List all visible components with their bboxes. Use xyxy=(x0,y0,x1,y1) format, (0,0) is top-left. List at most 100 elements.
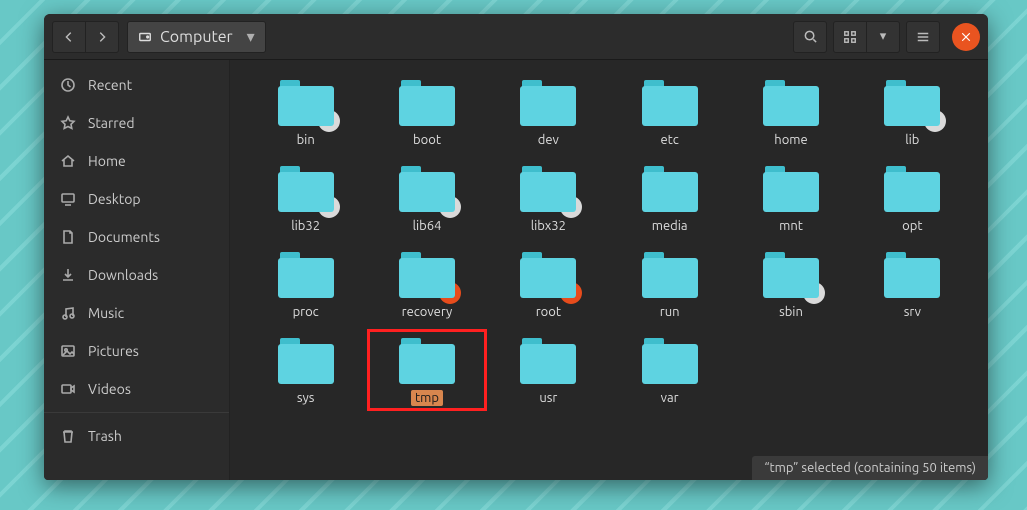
sidebar-item-trash[interactable]: Trash xyxy=(44,417,229,455)
pictures-icon xyxy=(60,343,76,359)
folder-icon: ↗ xyxy=(278,166,334,212)
sidebar-item-label: Videos xyxy=(88,381,131,397)
sidebar: Recent Starred Home Desktop Documents Downloa… xyxy=(44,60,230,480)
search-button[interactable] xyxy=(793,21,827,53)
folder-item[interactable]: ↗lib32 xyxy=(251,162,361,234)
sidebar-item-label: Starred xyxy=(88,115,135,131)
folder-item[interactable]: ✕ recovery xyxy=(372,248,482,320)
desktop-icon xyxy=(60,191,76,207)
sidebar-item-recent[interactable]: Recent xyxy=(44,66,229,104)
folder-icon xyxy=(884,166,940,212)
sidebar-item-label: Home xyxy=(88,153,126,169)
drive-icon xyxy=(138,30,152,44)
status-bar: “tmp” selected (containing 50 items) xyxy=(752,456,988,480)
folder-item[interactable]: run xyxy=(615,248,725,320)
chevron-down-icon: ▾ xyxy=(247,27,255,46)
close-icon xyxy=(960,31,972,43)
folder-item[interactable]: media xyxy=(615,162,725,234)
folder-label: recovery xyxy=(398,304,457,320)
home-icon xyxy=(60,153,76,169)
downloads-icon xyxy=(60,267,76,283)
folder-label: dev xyxy=(534,132,563,148)
hamburger-icon xyxy=(916,30,930,44)
folder-item[interactable]: ↗lib xyxy=(857,76,967,148)
symlink-badge-icon: ↗ xyxy=(560,196,582,218)
folder-icon xyxy=(399,338,455,384)
folder-icon xyxy=(642,80,698,126)
sidebar-item-label: Trash xyxy=(88,428,122,444)
folder-label: lib xyxy=(901,132,923,148)
folder-icon xyxy=(399,80,455,126)
folder-label: opt xyxy=(898,218,926,234)
folder-icon: ✕ xyxy=(399,252,455,298)
sidebar-item-videos[interactable]: Videos xyxy=(44,370,229,408)
folder-item[interactable]: dev xyxy=(493,76,603,148)
folder-icon xyxy=(642,252,698,298)
folder-icon: ↗ xyxy=(399,166,455,212)
sidebar-item-label: Desktop xyxy=(88,191,141,207)
folder-item[interactable]: proc xyxy=(251,248,361,320)
folder-item[interactable]: etc xyxy=(615,76,725,148)
sidebar-item-label: Documents xyxy=(88,229,160,245)
search-icon xyxy=(803,29,818,44)
folder-item[interactable]: ✕root xyxy=(493,248,603,320)
folder-grid: ↗binbootdevetchome↗lib↗lib32↗lib64↗libx3… xyxy=(230,60,988,462)
folder-item[interactable]: opt xyxy=(857,162,967,234)
folder-icon: ↗ xyxy=(884,80,940,126)
sidebar-item-desktop[interactable]: Desktop xyxy=(44,180,229,218)
grid-view-icon xyxy=(843,30,857,44)
folder-label: lib32 xyxy=(287,218,324,234)
folder-item[interactable]: mnt xyxy=(736,162,846,234)
folder-icon xyxy=(763,166,819,212)
sidebar-item-pictures[interactable]: Pictures xyxy=(44,332,229,370)
folder-item[interactable]: usr xyxy=(493,334,603,406)
symlink-badge-icon: ↗ xyxy=(318,110,340,132)
folder-label: bin xyxy=(293,132,319,148)
sidebar-item-documents[interactable]: Documents xyxy=(44,218,229,256)
sidebar-item-label: Music xyxy=(88,305,124,321)
file-manager-window: { "path": { "location": "Computer" }, "s… xyxy=(44,14,988,480)
sidebar-item-starred[interactable]: Starred xyxy=(44,104,229,142)
folder-icon xyxy=(763,80,819,126)
folder-item[interactable]: home xyxy=(736,76,846,148)
symlink-badge-icon: ↗ xyxy=(924,110,946,132)
view-toggle-button[interactable] xyxy=(833,21,867,53)
folder-item[interactable]: srv xyxy=(857,248,967,320)
folder-icon xyxy=(278,338,334,384)
close-button[interactable] xyxy=(952,23,980,51)
folder-item[interactable]: ↗libx32 xyxy=(493,162,603,234)
folder-item[interactable]: var xyxy=(615,334,725,406)
folder-item[interactable]: ↗sbin xyxy=(736,248,846,320)
folder-item[interactable]: tmp xyxy=(372,334,482,406)
sidebar-item-music[interactable]: Music xyxy=(44,294,229,332)
folder-label: media xyxy=(648,218,692,234)
folder-label: sbin xyxy=(775,304,807,320)
location-button[interactable]: Computer ▾ xyxy=(127,21,266,53)
folder-label: home xyxy=(770,132,811,148)
sidebar-item-label: Downloads xyxy=(88,267,158,283)
music-icon xyxy=(60,305,76,321)
folder-item[interactable]: ↗bin xyxy=(251,76,361,148)
menu-button[interactable] xyxy=(906,21,940,53)
folder-label: srv xyxy=(900,304,925,320)
view-options-button[interactable]: ▾ xyxy=(866,21,900,53)
folder-item[interactable]: ↗ lib64 xyxy=(372,162,482,234)
symlink-badge-icon: ↗ xyxy=(318,196,340,218)
folder-icon xyxy=(642,166,698,212)
content-area: ↗binbootdevetchome↗lib↗lib32↗lib64↗libx3… xyxy=(230,60,988,480)
folder-label: lib64 xyxy=(409,218,446,234)
folder-item[interactable]: boot xyxy=(372,76,482,148)
forward-button[interactable] xyxy=(85,21,119,53)
folder-label: run xyxy=(656,304,684,320)
folder-label: tmp xyxy=(411,390,443,406)
folder-icon: ↗ xyxy=(520,166,576,212)
folder-label: root xyxy=(532,304,565,320)
sidebar-item-home[interactable]: Home xyxy=(44,142,229,180)
sidebar-item-label: Recent xyxy=(88,77,132,93)
sidebar-item-downloads[interactable]: Downloads xyxy=(44,256,229,294)
folder-item[interactable]: sys xyxy=(251,334,361,406)
back-button[interactable] xyxy=(52,21,86,53)
folder-label: proc xyxy=(289,304,323,320)
star-icon xyxy=(60,115,76,131)
folder-icon xyxy=(520,338,576,384)
